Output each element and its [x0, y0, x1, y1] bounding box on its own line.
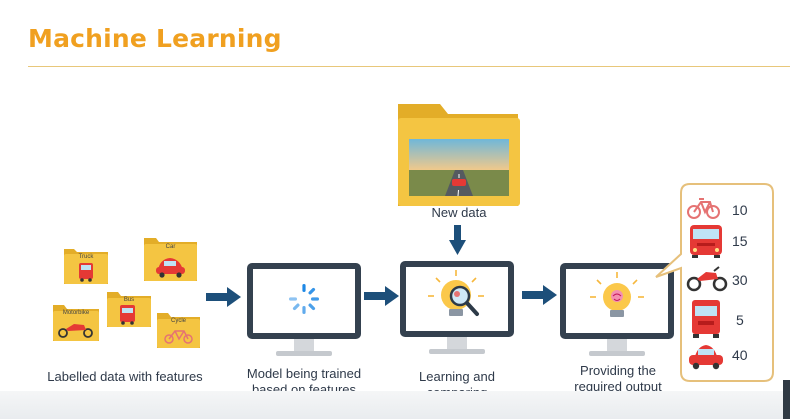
folder-car-label: Car — [165, 244, 176, 250]
right-edge-strip — [783, 380, 790, 419]
output-value-bus: 15 — [732, 233, 748, 249]
arrow-3 — [522, 285, 557, 305]
folder-bus-label: Bus — [123, 297, 135, 303]
truck-icon — [79, 263, 93, 282]
folder-bus-label-box: Bus — [107, 293, 151, 305]
folder-cycle-label-box: Cycle — [157, 314, 200, 326]
caption-line: Model being trained — [246, 366, 362, 381]
monitor-training — [247, 263, 361, 356]
output-value-truck: 5 — [736, 312, 744, 328]
folder-motorbike-label-box: Motorbike — [53, 306, 99, 318]
road-image — [409, 139, 509, 197]
arrow-1 — [206, 287, 241, 307]
bus-icon — [120, 305, 135, 325]
output-value-car: 40 — [732, 347, 748, 363]
monitor-comparing — [400, 261, 514, 354]
folder-truck-label-box: Truck — [64, 250, 108, 262]
output-truck-icon — [692, 300, 720, 338]
bottom-bar — [0, 391, 790, 419]
output-bus-icon — [690, 225, 722, 258]
car-icon — [452, 179, 466, 186]
output-value-motorbike: 30 — [732, 272, 748, 288]
output-value-cycle: 10 — [732, 202, 748, 218]
folder-cycle-label: Cycle — [170, 318, 186, 324]
new-data-folder — [398, 104, 520, 206]
caption-line: Providing the — [580, 363, 656, 378]
new-data-label: New data — [431, 205, 487, 220]
arrow-2 — [364, 286, 399, 306]
folder-truck-label: Truck — [78, 254, 94, 260]
caption-line: Labelled data with features — [47, 369, 203, 384]
ml-diagram — [53, 104, 774, 382]
folder-car-label-box: Car — [144, 240, 197, 252]
arrow-new-data-down — [449, 225, 466, 255]
folder-motorbike-label: Motorbike — [62, 310, 90, 316]
caption-line: Learning and — [419, 369, 495, 384]
caption-labelled-data: Labelled data with features — [20, 369, 230, 385]
